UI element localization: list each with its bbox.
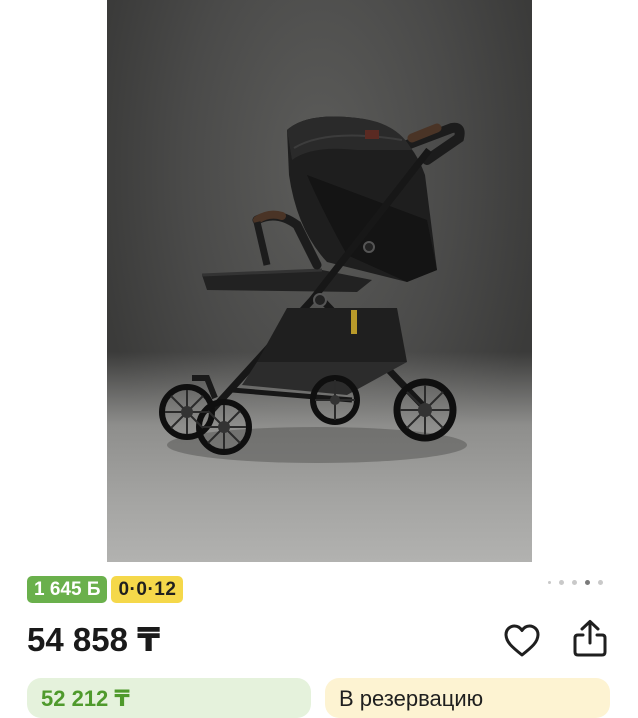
carousel-dot: [598, 580, 603, 585]
favorite-button[interactable]: [502, 621, 542, 661]
installment-badge: 0·0·12: [111, 576, 184, 603]
heart-icon: [504, 624, 540, 657]
installment-price-card[interactable]: 52 212 ₸: [27, 678, 311, 718]
reserve-card[interactable]: В резервацию: [325, 678, 610, 718]
product-photo[interactable]: [107, 0, 532, 562]
carousel-dot: [572, 580, 577, 585]
carousel-dot: [559, 580, 564, 585]
carousel-dot-active: [585, 580, 590, 585]
share-icon: [573, 620, 607, 657]
product-price: 54 858 ₸: [27, 621, 161, 658]
share-button[interactable]: [570, 618, 610, 658]
carousel-indicator: [548, 580, 603, 585]
bonus-badge: 1 645 Б: [27, 576, 108, 603]
promo-badges: 1 645 Б 0·0·12: [27, 576, 184, 603]
carousel-dot: [548, 581, 551, 584]
installment-price: 52 212 ₸: [41, 686, 130, 711]
stroller-illustration: [159, 116, 467, 463]
reserve-label: В резервацию: [339, 686, 484, 711]
